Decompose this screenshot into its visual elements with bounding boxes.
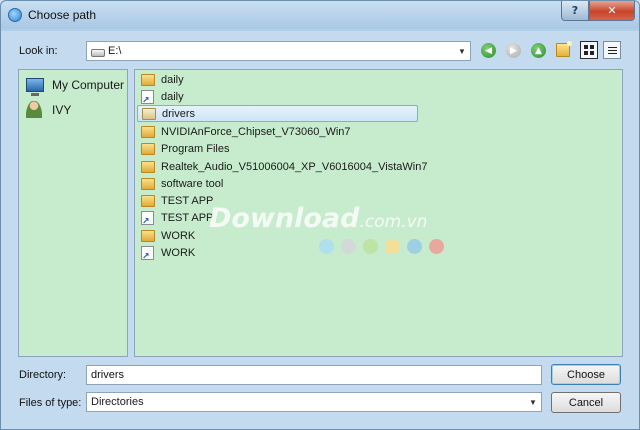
list-view-icon[interactable] xyxy=(580,41,598,59)
file-name: drivers xyxy=(162,107,196,120)
place-my-computer[interactable]: My Computer xyxy=(26,78,125,96)
file-item[interactable]: daily xyxy=(137,71,190,88)
watermark-logo: Download.com.vn xyxy=(209,203,427,234)
watermark-suffix: .com.vn xyxy=(359,212,428,232)
choose-button[interactable]: Choose xyxy=(551,364,621,385)
folder-icon xyxy=(141,229,155,242)
file-item[interactable]: daily xyxy=(137,88,190,106)
watermark-dot xyxy=(429,239,444,254)
up-icon[interactable]: ▲ xyxy=(531,43,546,58)
app-icon xyxy=(8,8,22,22)
file-name: daily xyxy=(161,73,184,86)
file-item[interactable]: software tool xyxy=(137,175,229,192)
file-item[interactable]: Program Files xyxy=(137,140,235,157)
title-bar: Choose path ? ✕ xyxy=(1,1,639,29)
folder-icon xyxy=(141,194,155,207)
new-folder-icon[interactable] xyxy=(556,41,572,57)
choose-path-dialog: Choose path ? ✕ Look in: E:\ ▼ ◀ ▶ ▲ My … xyxy=(0,0,640,430)
file-item[interactable]: Realtek_Audio_V51006004_XP_V6016004_Vist… xyxy=(137,158,433,175)
folder-icon xyxy=(141,73,155,86)
folder-icon xyxy=(141,160,155,173)
file-item[interactable]: WORK xyxy=(137,227,201,244)
detail-view-icon[interactable] xyxy=(603,41,621,59)
place-label: My Computer xyxy=(52,78,125,92)
file-item[interactable]: NVIDIAnForce_Chipset_V73060_Win7 xyxy=(137,123,357,140)
file-name: TEST APP xyxy=(161,211,214,224)
file-name: WORK xyxy=(161,229,196,242)
close-button[interactable]: ✕ xyxy=(589,1,635,21)
file-name: NVIDIAnForce_Chipset_V73060_Win7 xyxy=(161,125,351,138)
watermark-dot xyxy=(407,239,422,254)
watermark-brand: Download xyxy=(209,203,360,234)
watermark-dot xyxy=(363,239,378,254)
files-of-type-value: Directories xyxy=(91,396,144,408)
file-name: software tool xyxy=(161,177,224,190)
file-item[interactable]: WORK xyxy=(137,244,201,262)
shortcut-icon xyxy=(141,245,154,262)
file-name: TEST APP xyxy=(161,194,214,207)
computer-icon xyxy=(26,78,44,96)
window-title: Choose path xyxy=(28,8,97,22)
chevron-down-icon[interactable]: ▼ xyxy=(454,42,470,60)
help-button[interactable]: ? xyxy=(561,1,589,21)
shortcut-icon xyxy=(141,89,154,106)
file-name: WORK xyxy=(161,246,196,259)
user-icon xyxy=(26,101,42,118)
place-ivy[interactable]: IVY xyxy=(26,101,71,118)
places-sidebar: My Computer IVY xyxy=(18,69,128,357)
files-of-type-label: Files of type: xyxy=(19,397,82,409)
folder-icon xyxy=(141,177,155,190)
watermark-dot xyxy=(341,239,356,254)
look-in-label: Look in: xyxy=(19,45,58,57)
look-in-value: E:\ xyxy=(108,45,122,57)
back-icon[interactable]: ◀ xyxy=(481,43,496,58)
file-item[interactable]: TEST APP xyxy=(137,192,219,209)
drive-icon xyxy=(91,48,105,57)
look-in-combo[interactable]: E:\ ▼ xyxy=(86,41,471,61)
file-name: daily xyxy=(161,90,184,103)
chevron-down-icon[interactable]: ▼ xyxy=(525,393,541,411)
watermark-dot xyxy=(319,239,334,254)
directory-input[interactable] xyxy=(86,365,542,385)
file-item-selected[interactable]: drivers xyxy=(137,105,418,122)
file-item[interactable]: TEST APP xyxy=(137,209,219,227)
folder-icon xyxy=(141,142,155,155)
forward-icon[interactable]: ▶ xyxy=(506,43,521,58)
file-name: Realtek_Audio_V51006004_XP_V6016004_Vist… xyxy=(161,160,428,173)
shortcut-icon xyxy=(141,210,154,227)
cancel-button[interactable]: Cancel xyxy=(551,392,621,413)
file-name: Program Files xyxy=(161,142,230,155)
place-label: IVY xyxy=(52,102,72,117)
directory-label: Directory: xyxy=(19,369,67,381)
watermark-dot xyxy=(385,239,400,254)
watermark-dots xyxy=(319,239,444,254)
files-of-type-combo[interactable]: Directories ▼ xyxy=(86,392,542,412)
folder-icon xyxy=(141,125,155,138)
folder-open-icon xyxy=(142,107,156,120)
